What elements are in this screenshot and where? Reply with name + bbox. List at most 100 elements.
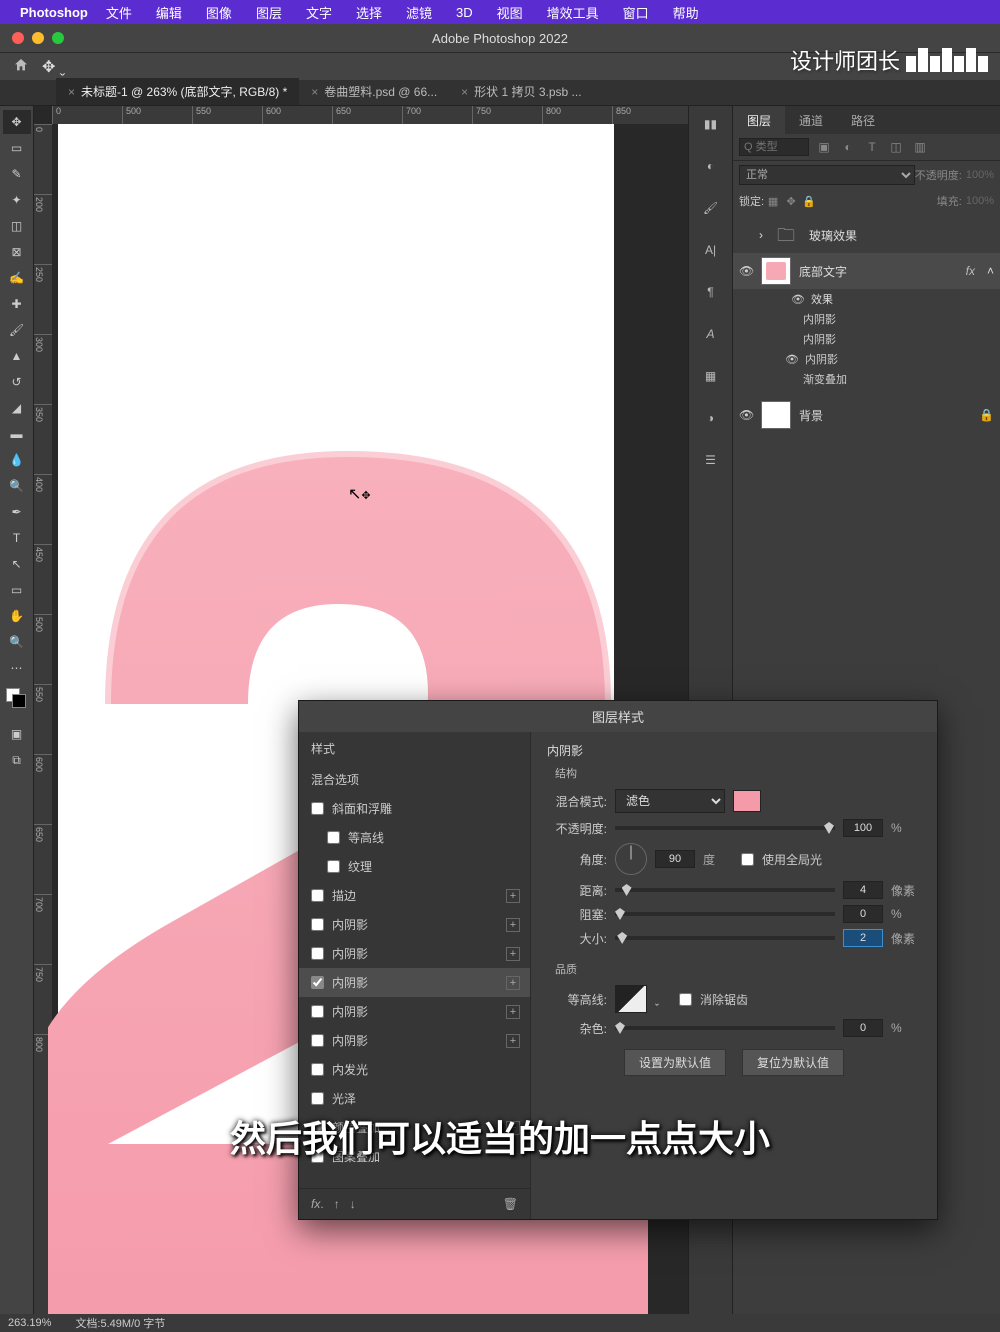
add-icon[interactable]: + — [506, 976, 520, 990]
effect-item[interactable]: 渐变叠加 — [733, 369, 1000, 389]
contour-picker[interactable] — [615, 985, 647, 1013]
layer-background[interactable]: 👁 背景 🔒 — [733, 397, 1000, 433]
tab-channels[interactable]: 通道 — [785, 106, 837, 134]
style-inner-shadow[interactable]: 内阴影+ — [299, 997, 530, 1026]
background-color[interactable] — [12, 694, 26, 708]
opacity-value[interactable]: 100% — [966, 169, 994, 181]
add-icon[interactable]: + — [506, 889, 520, 903]
path-select-tool[interactable]: ↖ — [3, 552, 31, 576]
effect-item[interactable]: 👁内阴影 — [733, 349, 1000, 369]
angle-dial[interactable] — [615, 843, 647, 875]
menu-view[interactable]: 视图 — [497, 3, 523, 22]
style-stroke[interactable]: 描边+ — [299, 881, 530, 910]
visibility-icon[interactable]: 👁 — [739, 408, 753, 422]
effect-item[interactable]: 内阴影 — [733, 309, 1000, 329]
hand-tool[interactable]: ✋ — [3, 604, 31, 628]
document-tab[interactable]: ×形状 1 拷贝 3.psb ... — [449, 78, 593, 105]
checkbox[interactable] — [311, 1092, 324, 1105]
style-texture[interactable]: 纹理 — [299, 852, 530, 881]
global-light-checkbox[interactable] — [741, 853, 754, 866]
menu-layer[interactable]: 图层 — [256, 3, 282, 22]
lock-all-icon[interactable]: 🔒 — [800, 193, 818, 209]
size-input[interactable] — [843, 929, 883, 947]
layer-thumbnail[interactable] — [761, 257, 791, 285]
menu-help[interactable]: 帮助 — [673, 3, 699, 22]
blend-mode-select[interactable]: 正常 — [739, 165, 915, 185]
menu-window[interactable]: 窗口 — [623, 3, 649, 22]
gradient-tool[interactable]: ▬ — [3, 422, 31, 446]
style-inner-glow[interactable]: 内发光 — [299, 1055, 530, 1084]
home-icon[interactable] — [12, 57, 30, 76]
up-icon[interactable]: ↑ — [334, 1197, 340, 1211]
rectangle-tool[interactable]: ▭ — [3, 578, 31, 602]
lasso-tool[interactable]: ✎ — [3, 162, 31, 186]
lock-position-icon[interactable]: ✥ — [782, 193, 800, 209]
noise-input[interactable] — [843, 1019, 883, 1037]
close-button[interactable] — [12, 32, 24, 44]
fx-badge[interactable]: fx — [966, 264, 975, 278]
quick-select-tool[interactable]: ✦ — [3, 188, 31, 212]
layer-thumbnail[interactable] — [761, 401, 791, 429]
menu-image[interactable]: 图像 — [206, 3, 232, 22]
noise-slider[interactable] — [615, 1026, 835, 1030]
layer-filter-input[interactable] — [739, 138, 809, 156]
tab-layers[interactable]: 图层 — [733, 106, 785, 134]
angle-input[interactable] — [655, 850, 695, 868]
style-bevel[interactable]: 斜面和浮雕 — [299, 794, 530, 823]
filter-shape-icon[interactable]: ◫ — [887, 139, 905, 155]
add-icon[interactable]: + — [506, 1034, 520, 1048]
opacity-slider[interactable] — [615, 826, 835, 830]
add-icon[interactable]: + — [506, 918, 520, 932]
app-name[interactable]: Photoshop — [20, 5, 88, 20]
add-icon[interactable]: + — [506, 947, 520, 961]
move-tool[interactable]: ✥ — [3, 110, 31, 134]
frame-tool[interactable]: ⊠ — [3, 240, 31, 264]
style-contour[interactable]: 等高线 — [299, 823, 530, 852]
zoom-level[interactable]: 263.19% — [8, 1317, 51, 1329]
menu-type[interactable]: 文字 — [306, 3, 332, 22]
menu-edit[interactable]: 编辑 — [156, 3, 182, 22]
effects-header[interactable]: 👁效果 — [733, 289, 1000, 309]
menu-select[interactable]: 选择 — [356, 3, 382, 22]
move-tool-icon[interactable]: ✥ ˬ — [42, 57, 65, 77]
checkbox[interactable] — [311, 947, 324, 960]
document-tab[interactable]: ×未标题-1 @ 263% (底部文字, RGB/8) * — [56, 78, 299, 105]
color-swatch[interactable] — [733, 790, 761, 812]
pen-tool[interactable]: ✒ — [3, 500, 31, 524]
fx-icon[interactable]: fx. — [311, 1197, 324, 1211]
maximize-button[interactable] — [52, 32, 64, 44]
filter-smart-icon[interactable]: ▥ — [911, 139, 929, 155]
lock-pixels-icon[interactable]: ▦ — [764, 193, 782, 209]
chevron-up-icon[interactable]: ˄ — [987, 264, 994, 278]
chevron-right-icon[interactable]: › — [759, 228, 763, 242]
blur-tool[interactable]: 💧 — [3, 448, 31, 472]
document-tab[interactable]: ×卷曲塑料.psd @ 66... — [299, 78, 449, 105]
checkbox[interactable] — [311, 802, 324, 815]
antialias-checkbox[interactable] — [679, 993, 692, 1006]
close-icon[interactable]: × — [311, 85, 318, 99]
menu-filter[interactable]: 滤镜 — [406, 3, 432, 22]
checkbox[interactable] — [327, 860, 340, 873]
style-inner-shadow[interactable]: 内阴影+ — [299, 939, 530, 968]
clone-tool[interactable]: ▲ — [3, 344, 31, 368]
blend-mode-select[interactable]: 滤色 — [615, 789, 725, 813]
checkbox[interactable] — [311, 1034, 324, 1047]
tab-paths[interactable]: 路径 — [837, 106, 889, 134]
checkbox[interactable] — [311, 918, 324, 931]
checkbox[interactable] — [327, 831, 340, 844]
checkbox[interactable] — [311, 1063, 324, 1076]
gradients-icon[interactable]: ◑ — [699, 406, 723, 430]
opacity-input[interactable] — [843, 819, 883, 837]
checkbox[interactable] — [311, 1005, 324, 1018]
checkbox[interactable] — [311, 976, 324, 989]
dodge-tool[interactable]: 🔍 — [3, 474, 31, 498]
trash-icon[interactable]: 🗑 — [503, 1197, 518, 1211]
style-inner-shadow-selected[interactable]: 内阴影+ — [299, 968, 530, 997]
close-icon[interactable]: × — [68, 85, 75, 99]
swatches-icon[interactable]: ▦ — [699, 364, 723, 388]
close-icon[interactable]: × — [461, 85, 468, 99]
size-slider[interactable] — [615, 936, 835, 940]
add-icon[interactable]: + — [506, 1005, 520, 1019]
distance-input[interactable] — [843, 881, 883, 899]
menu-3d[interactable]: 3D — [456, 5, 473, 20]
